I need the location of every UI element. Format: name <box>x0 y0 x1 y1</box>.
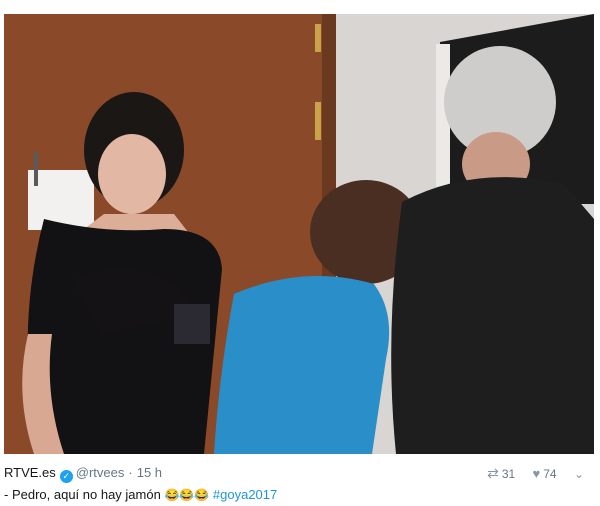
hashtag-link[interactable]: #goya2017 <box>213 487 277 502</box>
tweet-card: RTVE.es ✓ @rtvees · 15 h ⇄ 31 ♥ 74 ⌄ - Pedro, … <box>0 0 600 506</box>
verified-badge-icon: ✓ <box>59 470 73 483</box>
tweet-actions: ⇄ 31 ♥ 74 ⌄ <box>487 463 584 483</box>
like-button[interactable]: ♥ 74 <box>533 464 557 484</box>
retweet-count: 31 <box>501 467 516 481</box>
retweet-icon: ⇄ <box>487 465 499 481</box>
heart-icon: ♥ <box>532 466 541 481</box>
retweet-button[interactable]: ⇄ 31 <box>487 463 515 484</box>
author-name[interactable]: RTVE.es <box>4 465 56 480</box>
tweet-timestamp[interactable]: 15 h <box>137 465 162 480</box>
separator-dot: · <box>128 465 133 480</box>
like-count: 74 <box>543 467 557 481</box>
tweet-body: - Pedro, aquí no hay jamón <box>4 487 161 502</box>
chevron-down-icon[interactable]: ⌄ <box>574 464 584 484</box>
author-handle[interactable]: @rtvees <box>76 465 125 480</box>
laughing-emoji: 😂😂😂 <box>164 488 210 502</box>
tweet-text: - Pedro, aquí no hay jamón 😂😂😂 #goya2017 <box>4 485 594 505</box>
photo-illustration <box>4 14 594 454</box>
tweet-photo[interactable] <box>4 14 594 454</box>
